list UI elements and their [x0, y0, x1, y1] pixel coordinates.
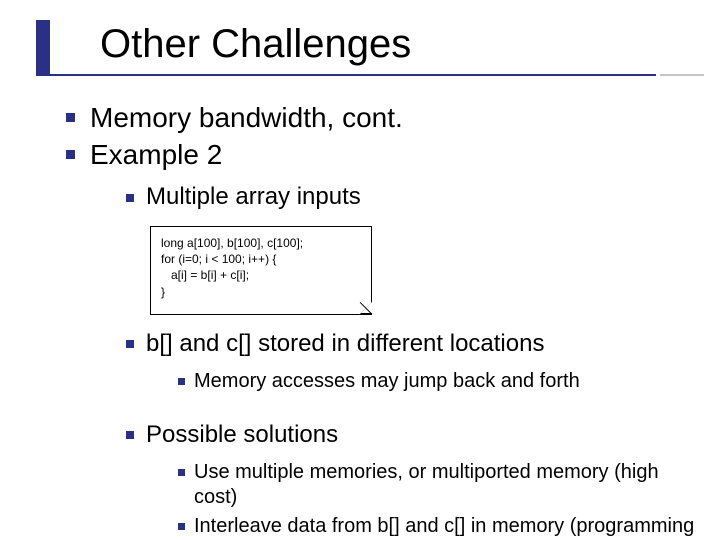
bullet-text: Possible solutions [146, 421, 338, 448]
bullet-l3: Memory accesses may jump back and forth [172, 369, 700, 394]
title-accent-bar [36, 20, 50, 74]
bullet-l2: b[] and c[] stored in different location… [120, 329, 700, 394]
bullet-l1: Example 2 Multiple array inputs long a[1… [60, 137, 700, 540]
slide-title: Other Challenges [100, 22, 411, 67]
bullet-l3: Use multiple memories, or multiported me… [172, 460, 700, 510]
bullet-l2: Multiple array inputs [120, 182, 700, 212]
bullet-text: b[] and c[] stored in different location… [146, 330, 544, 357]
slide: Other Challenges Memory bandwidth, cont.… [0, 0, 720, 540]
code-snippet: long a[100], b[100], c[100]; for (i=0; i… [150, 226, 372, 315]
bullet-text: Interleave data from b[] and c[] in memo… [194, 515, 694, 540]
title-underline-tail [660, 74, 704, 76]
code-text: long a[100], b[100], c[100]; for (i=0; i… [161, 236, 303, 299]
bullet-text: Example 2 [90, 139, 222, 170]
title-underline [36, 74, 656, 76]
bullet-l2: Possible solutions Use multiple memories… [120, 420, 700, 540]
bullet-l3: Interleave data from b[] and c[] in memo… [172, 514, 700, 540]
slide-body: Memory bandwidth, cont. Example 2 Multip… [60, 100, 700, 540]
bullet-l1: Memory bandwidth, cont. [60, 100, 700, 135]
